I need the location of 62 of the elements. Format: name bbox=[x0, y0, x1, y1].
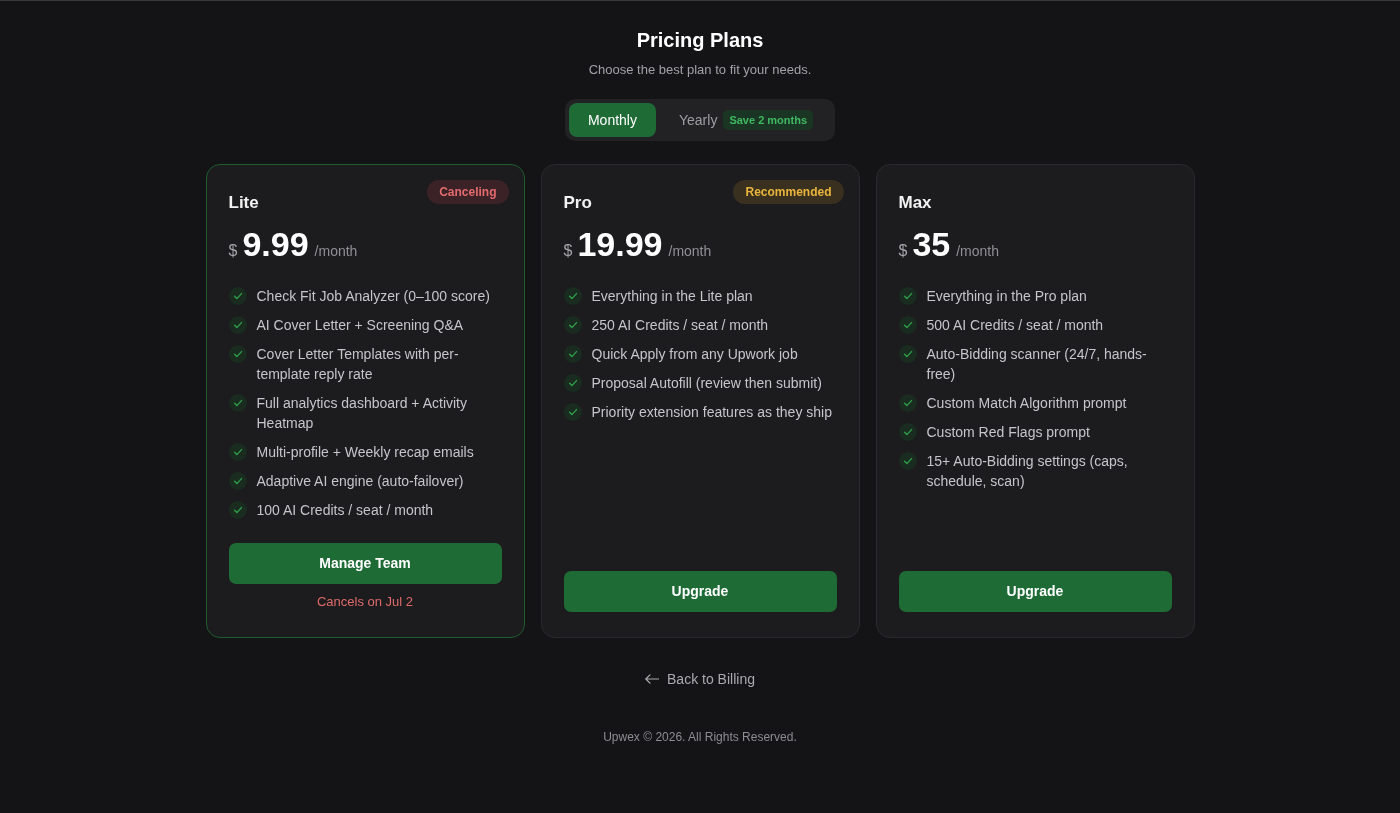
feature-text: Everything in the Pro plan bbox=[926, 287, 1087, 306]
price-amount: 9.99 bbox=[242, 227, 309, 261]
check-icon bbox=[898, 394, 917, 412]
check-icon bbox=[898, 316, 917, 334]
billing-tab[interactable]: Monthly bbox=[568, 103, 656, 137]
feature-text: Auto-Bidding scanner (24/7, hands-free) bbox=[926, 345, 1148, 384]
feature-text: Cover Letter Templates with per-template reply rate bbox=[256, 345, 460, 384]
plan-name: Max bbox=[898, 192, 932, 214]
check-icon bbox=[898, 452, 917, 470]
check-icon bbox=[563, 316, 582, 334]
billing-tab[interactable]: Yearly Save 2 months bbox=[660, 103, 832, 137]
page-title: Pricing Plans bbox=[636, 28, 764, 53]
price-amount: 35 bbox=[912, 227, 951, 261]
check-icon bbox=[228, 316, 247, 334]
check-icon bbox=[898, 287, 917, 305]
plan-status-badge: Canceling bbox=[427, 180, 509, 204]
check-icon bbox=[228, 443, 247, 461]
billing-period: /month bbox=[314, 244, 358, 258]
check-icon bbox=[228, 394, 247, 412]
page-subtitle: Choose the best plan to fit your needs. bbox=[588, 61, 812, 79]
feature-text: Adaptive AI engine (auto-failover) bbox=[256, 472, 464, 491]
feature-text: AI Cover Letter + Screening Q&A bbox=[256, 316, 464, 335]
feature-text: 500 AI Credits / seat / month bbox=[926, 316, 1104, 335]
feature-text: 100 AI Credits / seat / month bbox=[256, 501, 434, 520]
feature-text: Custom Red Flags prompt bbox=[926, 423, 1090, 442]
currency-symbol: $ bbox=[563, 243, 573, 259]
feature-text: 250 AI Credits / seat / month bbox=[591, 316, 769, 335]
plan-status-badge: Recommended bbox=[733, 180, 844, 204]
feature-text: Full analytics dashboard + Activity Heatmap bbox=[256, 394, 468, 433]
check-icon bbox=[898, 345, 917, 363]
check-icon bbox=[898, 423, 917, 441]
feature-text: Everything in the Lite plan bbox=[591, 287, 753, 306]
savings-badge: Save 2 months bbox=[723, 110, 814, 130]
feature-text: 15+ Auto-Bidding settings (caps, schedule, scan) bbox=[926, 452, 1129, 491]
arrow-left-icon bbox=[645, 674, 660, 684]
currency-symbol: $ bbox=[898, 243, 908, 259]
check-icon bbox=[563, 403, 582, 421]
check-icon bbox=[228, 472, 247, 490]
plan-action-button[interactable]: Upgrade bbox=[563, 571, 837, 612]
plan-name: Pro bbox=[563, 192, 592, 214]
plan-action-button[interactable]: Manage Team bbox=[228, 543, 502, 584]
check-icon bbox=[563, 345, 582, 363]
cancellation-note: Cancels on Jul 2 bbox=[316, 593, 414, 611]
feature-text: Quick Apply from any Upwork job bbox=[591, 345, 798, 364]
back-to-billing-link[interactable]: Back to Billing bbox=[645, 669, 755, 689]
check-icon bbox=[228, 287, 247, 305]
feature-text: Check Fit Job Analyzer (0–100 score) bbox=[256, 287, 490, 306]
check-icon bbox=[228, 345, 247, 363]
check-icon bbox=[563, 287, 582, 305]
billing-period: /month bbox=[668, 244, 712, 258]
check-icon bbox=[563, 374, 582, 392]
footer-copyright: Upwex © 2026. All Rights Reserved. bbox=[603, 729, 797, 745]
plan-name: Lite bbox=[228, 192, 259, 214]
check-icon bbox=[228, 501, 247, 519]
feature-text: Custom Match Algorithm prompt bbox=[926, 394, 1127, 413]
feature-text: Multi-profile + Weekly recap emails bbox=[256, 443, 474, 462]
feature-text: Proposal Autofill (review then submit) bbox=[591, 374, 822, 393]
billing-period: /month bbox=[956, 244, 1000, 258]
plan-action-button[interactable]: Upgrade bbox=[898, 571, 1172, 612]
feature-text: Priority extension features as they ship bbox=[591, 403, 832, 422]
price-amount: 19.99 bbox=[577, 227, 663, 261]
currency-symbol: $ bbox=[228, 243, 238, 259]
